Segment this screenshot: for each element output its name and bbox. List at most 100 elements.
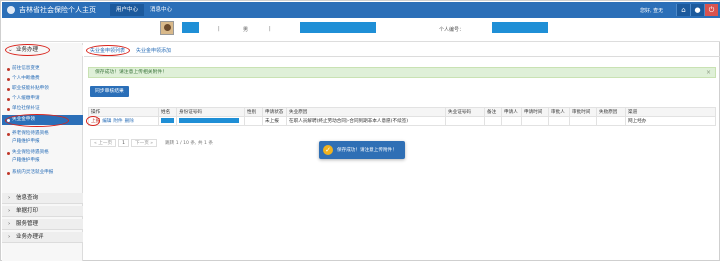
col-header: 渠道 — [625, 107, 716, 117]
sidebar-group-review[interactable]: › 业务办理评 — [2, 232, 83, 243]
info-separator: | — [218, 26, 220, 32]
col-header: 失败原因 — [596, 107, 626, 117]
tab-claim-add[interactable]: 失业金申领添加 — [136, 47, 171, 54]
gender-value: 男 — [243, 27, 249, 33]
edit-link[interactable]: 编辑 — [102, 119, 111, 124]
app-frame: 吉林省社会保险个人主页 用户中心 消息中心 您好, 查无 ⌂ ● ⏻ | 男 |… — [0, 0, 720, 261]
approve-time-cell — [569, 116, 597, 126]
sidebar: ⌄ 业务办理 前往信息变更 个人中断缴费 职业技能补贴申领 个人缓缴申请 单位社保… — [2, 43, 83, 261]
reason-cell: 在职人员解聘(终止劳动合同)-合同到期非本人意愿(不续签) — [286, 116, 446, 126]
toast-message: 保存成功！请注意上传附件！ — [337, 148, 397, 153]
power-icon[interactable]: ⏻ — [704, 4, 718, 16]
brand: 吉林省社会保险个人主页 — [7, 5, 96, 15]
avatar — [160, 21, 174, 35]
home-icon[interactable]: ⌂ — [676, 4, 690, 16]
chevron-right-icon: › — [8, 221, 11, 227]
col-header: 失业证号码 — [445, 107, 485, 117]
bullet-icon — [7, 171, 10, 175]
top-bar: 吉林省社会保险个人主页 用户中心 消息中心 您好, 查无 ⌂ ● ⏻ — [2, 2, 720, 18]
attachment-link[interactable]: 附件 — [113, 119, 122, 124]
redacted-id-number — [300, 22, 376, 33]
tab-user-center[interactable]: 用户中心 — [110, 4, 145, 16]
chevron-right-icon: › — [8, 234, 11, 240]
sidebar-item[interactable]: 前往信息变更 — [2, 65, 83, 73]
page-number[interactable]: 1 — [118, 138, 129, 147]
col-header: 姓名 — [158, 107, 177, 117]
page-info: 跳转 1 / 10 条, 共 1 条 — [165, 140, 213, 146]
next-page-button[interactable]: 下一页 » — [131, 138, 158, 147]
redacted-name — [161, 118, 174, 123]
redacted-personal-number — [492, 22, 548, 33]
status-cell: 未上报 — [262, 116, 287, 126]
table-header-row: 操作 姓名 身份证号码 性别 申请状态 失业原因 失业证号码 备注 申请人 申请… — [88, 107, 716, 117]
gender-cell — [244, 116, 263, 126]
col-header: 申请状态 — [262, 107, 287, 117]
claim-table: 操作 姓名 身份证号码 性别 申请状态 失业原因 失业证号码 备注 申请人 申请… — [88, 107, 716, 126]
table-row: 上报 编辑 附件 删除 未上报 在职人员解聘(终止劳动合同)-合同到期非本人意愿(不续… — [88, 116, 716, 126]
sidebar-item-cont[interactable]: 户籍维护申报 — [2, 138, 83, 146]
logo-icon — [7, 6, 15, 14]
sidebar-item[interactable]: 职业技能补贴申领 — [2, 85, 83, 93]
sidebar-item[interactable]: 系统内灵活就业申报 — [2, 169, 83, 177]
col-header: 审批人 — [548, 107, 570, 117]
sync-review-button[interactable]: 同步审核结果 — [90, 86, 129, 97]
col-header: 审批时间 — [569, 107, 597, 117]
col-header: 失业原因 — [286, 107, 446, 117]
bullet-icon — [7, 97, 10, 101]
cert-cell — [445, 116, 485, 126]
annotation-circle — [5, 44, 50, 56]
redacted-name — [182, 22, 199, 33]
success-toast: ✓ 保存成功！请注意上传附件！ — [319, 141, 405, 159]
applicant-cell — [501, 116, 522, 126]
tab-message-center[interactable]: 消息中心 — [144, 4, 178, 16]
bullet-icon — [7, 151, 10, 155]
sidebar-item[interactable]: 失业保险待遇资格 — [2, 149, 83, 157]
col-header: 申请人 — [501, 107, 522, 117]
sidebar-item[interactable]: 养老保险待遇资格 — [2, 130, 83, 138]
user-icon[interactable]: ● — [690, 4, 704, 16]
id-cell — [176, 116, 245, 126]
col-header: 申请时间 — [521, 107, 549, 117]
info-separator: | — [269, 26, 271, 32]
sidebar-item[interactable]: 单位社保补证 — [2, 105, 83, 113]
tab-divider — [84, 56, 720, 57]
bullet-icon — [7, 107, 10, 111]
annotation-circle — [86, 116, 100, 126]
sidebar-item[interactable]: 个人缓缴申请 — [2, 95, 83, 103]
redacted-id-number — [179, 118, 239, 123]
col-header: 性别 — [244, 107, 263, 117]
chevron-right-icon: › — [8, 208, 11, 214]
annotation-circle — [86, 45, 130, 56]
bullet-icon — [7, 77, 10, 81]
personal-number-label: 个人编号： — [439, 27, 465, 33]
pagination: « 上一页 1 下一页 » 跳转 1 / 10 条, 共 1 条 — [90, 138, 213, 147]
fail-reason-cell — [596, 116, 626, 126]
success-alert: 保存成功！请注意上传相关附件！ × — [88, 67, 716, 78]
name-cell — [158, 116, 177, 126]
bullet-icon — [7, 87, 10, 91]
close-icon[interactable]: × — [706, 68, 711, 77]
apply-time-cell — [521, 116, 549, 126]
remark-cell — [484, 116, 502, 126]
bullet-icon — [7, 132, 10, 136]
sidebar-item[interactable]: 个人中断缴费 — [2, 75, 83, 83]
sidebar-group-print[interactable]: › 单据打印 — [2, 206, 83, 217]
personal-info-row: | 男 | 个人编号： — [2, 18, 720, 42]
check-icon: ✓ — [323, 145, 333, 155]
bullet-icon — [7, 67, 10, 71]
col-header: 备注 — [484, 107, 502, 117]
approver-cell — [548, 116, 570, 126]
alert-message: 保存成功！请注意上传相关附件！ — [95, 70, 167, 75]
chevron-right-icon: › — [8, 195, 11, 201]
sidebar-group-query[interactable]: › 信息查询 — [2, 193, 83, 204]
user-greeting[interactable]: 您好, 查无 — [640, 7, 663, 14]
sidebar-group-service[interactable]: › 服务管理 — [2, 219, 83, 230]
channel-cell: 网上经办 — [625, 116, 716, 126]
annotation-circle — [5, 114, 69, 127]
app-title: 吉林省社会保险个人主页 — [19, 6, 96, 14]
delete-link[interactable]: 删除 — [125, 119, 134, 124]
col-header: 操作 — [88, 107, 159, 117]
prev-page-button[interactable]: « 上一页 — [90, 138, 117, 147]
sidebar-item-cont[interactable]: 户籍维护申报 — [2, 157, 83, 165]
col-header: 身份证号码 — [176, 107, 245, 117]
